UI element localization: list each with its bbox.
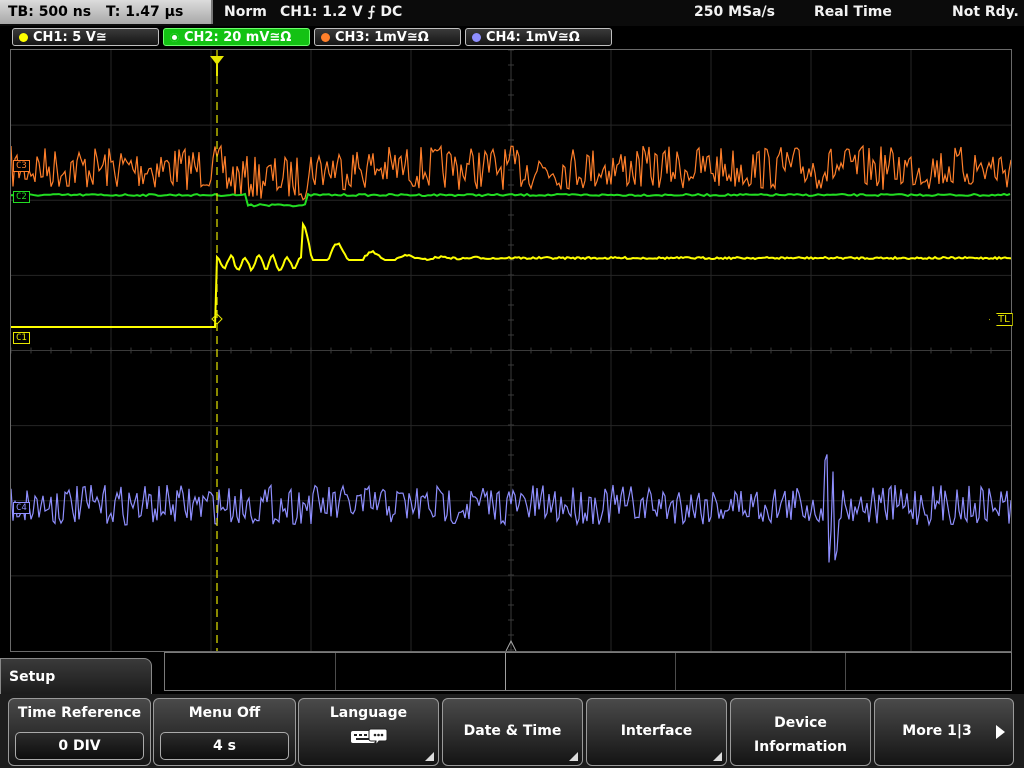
submenu-indicator-icon xyxy=(713,752,722,761)
trigger-mode[interactable]: Norm xyxy=(224,0,267,24)
date-time-softkey[interactable]: Date & Time xyxy=(442,698,583,766)
waveform-canvas xyxy=(11,50,1011,651)
status-bar: TB: 500 ns T: 1.47 µs Norm CH1: 1.2 V ⨍ … xyxy=(0,0,1024,26)
ch4-dot-icon xyxy=(472,33,481,42)
acquisition-state: Not Rdy. xyxy=(952,4,1019,20)
channel-tab-ch3[interactable]: CH3: 1mV≅Ω xyxy=(314,28,461,46)
strip-cell xyxy=(165,653,336,690)
channel-tab-ch2[interactable]: CH2: 20 mV≅Ω xyxy=(163,28,310,46)
strip-cell xyxy=(675,653,846,690)
softkey-label: Menu Off xyxy=(188,705,261,721)
timebase-value: TB: 500 ns xyxy=(8,4,92,20)
device-information-softkey[interactable]: Device Information xyxy=(730,698,871,766)
keyboard-icon xyxy=(350,728,387,747)
channel-tab-ch4[interactable]: CH4: 1mV≅Ω xyxy=(465,28,612,46)
ch2-offset-marker[interactable]: C2 xyxy=(13,191,30,203)
trigger-time-value: T: 1.47 µs xyxy=(105,4,184,20)
sample-rate: 250 MSa/s xyxy=(694,4,776,20)
submenu-indicator-icon xyxy=(569,752,578,761)
ch4-offset-marker[interactable]: C4 xyxy=(13,502,30,514)
ch1-dot-icon xyxy=(19,33,28,42)
softkey-label: Device Information xyxy=(731,711,870,759)
waveform-display[interactable]: C3 C2 C1 C4 TL xyxy=(10,49,1013,652)
strip-center-line xyxy=(505,653,506,690)
channel-tab-label: CH4: 1mV≅Ω xyxy=(486,30,580,45)
trigger-setting[interactable]: CH1: 1.2 V ⨍ DC xyxy=(280,0,402,24)
more-softkey[interactable]: More 1|3 xyxy=(874,698,1014,766)
ch1-offset-marker[interactable]: C1 xyxy=(13,332,30,344)
softkey-label: Date & Time xyxy=(463,723,562,739)
channel-tab-label: CH3: 1mV≅Ω xyxy=(335,30,429,45)
softkey-label: Language xyxy=(329,705,408,721)
channel-tab-label: CH2: 20 mV≅Ω xyxy=(184,30,292,45)
ch2-dot-icon xyxy=(170,33,179,42)
timebase-box[interactable]: TB: 500 ns T: 1.47 µs xyxy=(0,0,213,24)
menu-title: Setup xyxy=(0,658,152,696)
menu-off-softkey[interactable]: Menu Off 4 s xyxy=(153,698,296,766)
ch3-offset-marker[interactable]: C3 xyxy=(13,160,30,172)
strip-cell xyxy=(335,653,506,690)
menu-off-value: 4 s xyxy=(160,732,289,760)
acquisition-mode: Real Time xyxy=(814,4,892,20)
language-softkey[interactable]: Language xyxy=(298,698,439,766)
time-reference-softkey[interactable]: Time Reference 0 DIV xyxy=(8,698,151,766)
interface-softkey[interactable]: Interface xyxy=(586,698,727,766)
channel-tab-ch1[interactable]: CH1: 5 V≅ xyxy=(12,28,159,46)
strip-cell xyxy=(505,653,676,690)
time-reference-value: 0 DIV xyxy=(15,732,144,760)
softkey-label-line1: Device xyxy=(774,715,827,731)
softkey-label-line2: Information xyxy=(754,739,847,755)
softkey-label: More 1|3 xyxy=(902,723,972,739)
overview-strip[interactable] xyxy=(164,652,1012,691)
softkey-label: Time Reference xyxy=(17,705,142,721)
trigger-position-icon xyxy=(210,56,224,65)
channel-tabs: CH1: 5 V≅ CH2: 20 mV≅Ω CH3: 1mV≅Ω CH4: 1… xyxy=(0,26,1024,48)
channel-tab-label: CH1: 5 V≅ xyxy=(33,30,107,45)
softkey-label: Interface xyxy=(620,723,693,739)
ch3-dot-icon xyxy=(321,33,330,42)
submenu-indicator-icon xyxy=(425,752,434,761)
next-page-icon xyxy=(996,725,1005,739)
